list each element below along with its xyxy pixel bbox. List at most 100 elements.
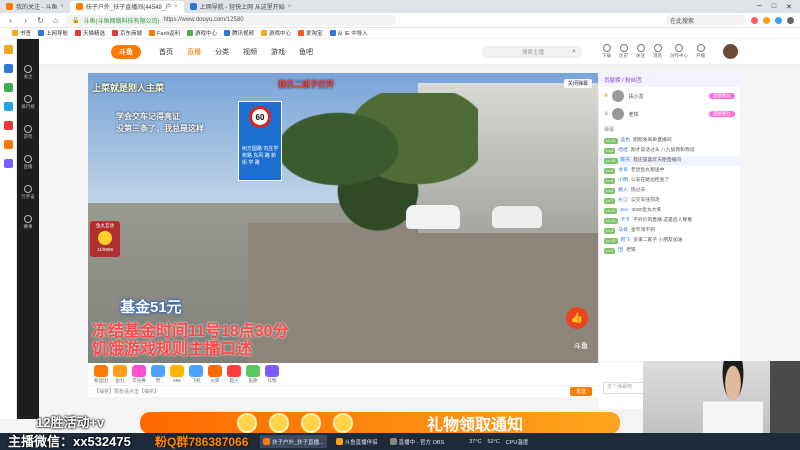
chat-username[interactable]: 小明 [618,178,628,184]
tab-follow[interactable]: 我的关注 - 斗鱼 × [0,1,70,13]
taskbar-item-obs[interactable]: 直播中 - 官方 OBS [387,435,448,448]
chat-username[interactable]: 长江 [618,198,628,204]
bookmark-item[interactable]: Fanli返利 [149,29,180,37]
gift-item[interactable]: 赞 [151,364,165,384]
site-menu-item[interactable]: 排行榜 [21,95,35,110]
activity-banner: 12胜活动+v [36,415,105,430]
top-icon-button[interactable]: 下载 [602,44,611,59]
lottery-text[interactable]: 【抽奖】赞粉请点击【抽奖】 [94,388,159,395]
url-field[interactable]: 🔒 斗鱼(斗鱼网络科技有限公司) https://www.douyu.com/1… [66,14,396,26]
gift-icon [113,364,127,377]
extension-icon[interactable] [775,16,782,24]
top-icon-button[interactable]: 开播 [696,44,705,59]
chat-text: 我还是喜欢天使直播间 [633,158,682,163]
extension-icon[interactable] [751,16,758,24]
refresh-icon[interactable]: ↻ [36,16,45,25]
bookmark-item[interactable]: 上网导航 [38,29,68,37]
chat-username[interactable]: 马哥 [618,228,628,234]
close-icon[interactable]: × [174,4,178,10]
bookmark-item[interactable]: 天猫精选 [75,29,105,37]
maximize-button[interactable]: □ [772,3,776,11]
fish-ball-interaction[interactable]: 鱼丸互动 11/9999 [90,221,120,257]
gift-icon [151,364,165,377]
sidebar-app-icon[interactable] [3,64,13,73]
thumbs-up-icon[interactable]: 👍 [566,307,588,329]
gift-item[interactable]: 飞机 [189,364,203,384]
forward-icon[interactable]: › [21,16,30,25]
close-window-button[interactable]: ✕ [786,3,792,11]
sidebar-app-icon[interactable] [3,159,13,168]
gift-item[interactable]: 鱼丸 [113,364,127,384]
chat-username[interactable]: 阿飞 [621,238,631,244]
top-icon-button[interactable]: 消息 [653,44,662,59]
site-menu-item[interactable]: 关注 [24,65,33,80]
nav-game[interactable]: 游戏 [271,47,285,57]
video-player[interactable]: 60 树方圆路 刘庄学校路 东风 路 新 街 学 路 上菜就是刚人主菜 我已二班… [88,73,598,363]
tab-nav[interactable]: 上网导航 - 轻快上网 从这里开始 × [184,1,298,13]
site-menu-item[interactable]: 直播 [24,155,33,170]
bookmark-item[interactable]: 游戏中心 [261,29,291,37]
gift-item[interactable]: 鱼翅 [246,364,260,384]
nav-home[interactable]: 首页 [159,47,173,57]
bookmark-item[interactable]: 从 IE 中导入 [329,29,368,37]
nav-fishbar[interactable]: 鱼吧 [299,47,313,57]
gift-item[interactable]: 火箭 [208,364,222,384]
douyu-favicon [6,3,13,10]
chat-username[interactable]: 蓝色 [621,138,631,144]
home-icon[interactable]: ⌂ [51,16,60,25]
sidebar-app-icon[interactable] [3,102,13,111]
chat-text: 金币领不到 [630,228,655,233]
bookmark-item[interactable]: 游戏中心 [186,29,217,37]
chat-username[interactable]: 陈天 [621,158,631,164]
chat-username[interactable]: 路人 [618,188,628,194]
sidebar-app-icon[interactable] [3,140,13,149]
gift-item[interactable]: 粉丝团 [94,364,108,384]
taskbar-item-browser[interactable]: 扶子户外_扶子直播... [260,435,327,448]
avatar [612,90,625,102]
close-danmu-button[interactable]: 关闭弹幕 [563,79,592,88]
browser-search-input[interactable]: 在此搜索 [666,15,746,25]
chat-username[interactable]: 团 [618,248,623,254]
extension-icon[interactable] [763,16,770,24]
top-icon-button[interactable]: 创作中心 [670,44,688,59]
site-menu-item[interactable]: 赛事 [24,215,33,230]
favorites-icon[interactable] [3,45,13,54]
rank-row[interactable]: ♛ 老铁 超级粉丝 [599,105,740,123]
chat-head[interactable]: 贡献榜 / 粉丝团 [599,73,740,87]
chat-username[interactable]: 哈哈 [618,148,628,154]
close-icon[interactable]: × [60,4,64,10]
top-icon-button[interactable]: 关注 [636,44,645,59]
menu-icon[interactable] [787,16,794,24]
sidebar-app-icon[interactable] [3,121,13,130]
minimize-button[interactable]: ─ [757,3,762,11]
taskbar-item-companion[interactable]: 斗鱼直播伴侣 [333,435,381,448]
sidebar-app-icon[interactable] [3,83,13,92]
site-search-input[interactable]: 搜索主播 ⌕ [482,46,582,58]
gift-item[interactable]: 超火 [227,364,241,384]
search-icon[interactable]: ⌕ [572,48,576,56]
gift-item[interactable]: 荧光棒 [132,364,146,384]
gift-item[interactable]: 礼物 [265,364,279,384]
top-icon-button[interactable]: 历史 [619,44,628,59]
nav-video[interactable]: 视频 [243,47,257,57]
chat-username[interactable]: Zen [620,208,628,214]
chat-username[interactable]: 龙哥 [618,168,628,174]
avatar[interactable] [723,44,738,59]
nav-live[interactable]: 直播 [187,47,201,57]
bookmark-item[interactable]: 京东商城 [112,29,142,37]
douyu-logo[interactable]: 斗鱼 [111,45,141,59]
browser-sidebar [0,39,17,419]
bookmark-item[interactable]: 腾讯视频 [224,29,254,37]
bookmark-item[interactable]: 爱淘宝 [298,29,323,37]
nav-category[interactable]: 分类 [215,47,229,57]
back-icon[interactable]: ‹ [6,16,15,25]
send-button[interactable]: 发送 [569,387,592,396]
close-icon[interactable]: × [288,4,292,10]
rank-row[interactable]: ♛ 扶小龙 超级粉丝 [599,87,740,105]
bookmark-item[interactable]: 书签 [12,29,31,37]
site-menu-item[interactable]: 游戏 [24,125,33,140]
tab-live-room[interactable]: 扶子户外_扶子直播间(44548_户 × [69,0,184,13]
chat-username[interactable]: 卡卡 [621,218,631,224]
gift-item[interactable]: 666 [170,365,184,383]
site-menu-item[interactable]: 元宇宙 [21,185,35,200]
